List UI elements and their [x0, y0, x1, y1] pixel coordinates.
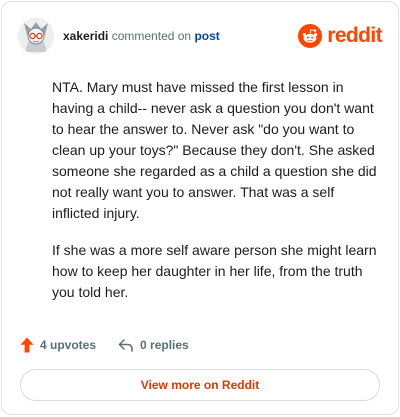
reply-button[interactable]: 0 replies	[118, 338, 189, 352]
upvote-button[interactable]: 4 upvotes	[20, 337, 96, 353]
reply-arrow-icon	[118, 339, 133, 352]
username[interactable]: xakeridi	[63, 29, 108, 43]
reddit-comment-embed: xakeridi commented on post reddit NTA. M…	[1, 1, 399, 415]
user-avatar[interactable]	[18, 18, 54, 54]
upvote-arrow-icon	[20, 337, 34, 353]
reply-count: 0 replies	[140, 338, 189, 352]
reddit-logo[interactable]: reddit	[298, 24, 383, 48]
reddit-wordmark: reddit	[327, 24, 382, 47]
comment-body: NTA. Mary must have missed the first les…	[52, 77, 380, 319]
comment-paragraph: NTA. Mary must have missed the first les…	[52, 79, 377, 221]
post-link[interactable]: post	[194, 29, 219, 43]
comment-paragraph: If she was a more self aware person she …	[52, 242, 377, 300]
view-more-button[interactable]: View more on Reddit	[20, 369, 380, 401]
comment-meta: xakeridi commented on post	[63, 29, 220, 43]
comment-footer: 4 upvotes 0 replies	[20, 335, 189, 355]
upvote-count: 4 upvotes	[40, 338, 97, 352]
comment-header: xakeridi commented on post reddit	[18, 18, 383, 54]
reddit-snoo-icon	[298, 24, 323, 48]
comment-action-text: commented on	[111, 29, 192, 43]
